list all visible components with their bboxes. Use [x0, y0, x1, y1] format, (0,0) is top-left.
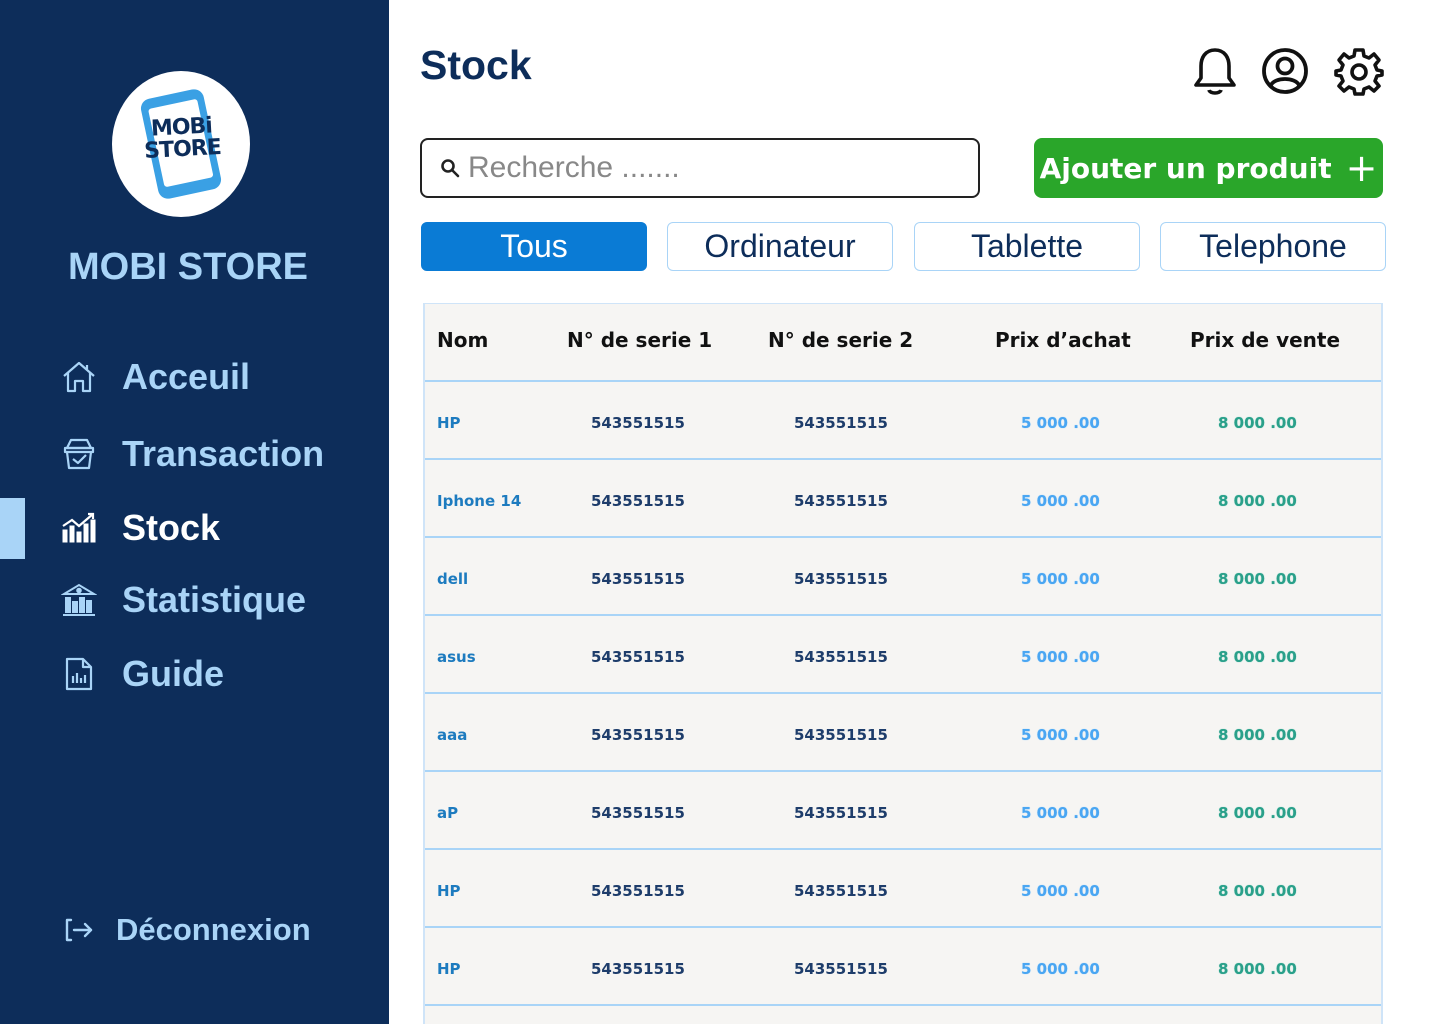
- sidebar-item-label: Stock: [122, 507, 221, 548]
- bell-icon[interactable]: [1188, 44, 1242, 98]
- logout-label: Déconnexion: [116, 912, 311, 947]
- logo: MOBi STORE: [112, 71, 250, 217]
- bar-chart-icon: [60, 509, 98, 547]
- page-title: Stock: [420, 42, 532, 88]
- cell-prix-achat: 5 000 .00: [1021, 648, 1100, 666]
- plus-icon: +: [1345, 146, 1378, 190]
- cell-serie-1: 543551515: [591, 570, 685, 588]
- cell-serie-2: 543551515: [794, 726, 888, 744]
- column-header-nom[interactable]: Nom: [437, 328, 488, 352]
- column-header-prix-vente[interactable]: Prix de vente: [1190, 328, 1340, 352]
- sidebar-item-stock[interactable]: Stock: [60, 503, 220, 553]
- table-row[interactable]: HP 543551515 543551515 5 000 .00 8 000 .…: [425, 382, 1381, 460]
- table-row[interactable]: aaa 543551515 543551515 5 000 .00 8 000 …: [425, 694, 1381, 772]
- cell-name: HP: [437, 960, 461, 978]
- cell-name: dell: [437, 570, 469, 588]
- cell-serie-2: 543551515: [794, 570, 888, 588]
- active-nav-marker: [0, 498, 25, 559]
- cell-serie-1: 543551515: [591, 960, 685, 978]
- cell-name: aP: [437, 804, 459, 822]
- cell-name: asus: [437, 648, 476, 666]
- user-circle-icon[interactable]: [1258, 44, 1312, 98]
- cell-prix-vente: 8 000 .00: [1218, 570, 1297, 588]
- sidebar-item-label: Statistique: [122, 579, 307, 620]
- cell-prix-vente: 8 000 .00: [1218, 648, 1297, 666]
- table-header: Nom N° de serie 1 N° de serie 2 Prix d’a…: [425, 304, 1381, 382]
- cell-prix-achat: 5 000 .00: [1021, 414, 1100, 432]
- cell-prix-vente: 8 000 .00: [1218, 414, 1297, 432]
- sidebar-item-transaction[interactable]: Transaction: [60, 429, 324, 479]
- cell-serie-1: 543551515: [591, 648, 685, 666]
- cell-prix-achat: 5 000 .00: [1021, 804, 1100, 822]
- sidebar-item-acceuil[interactable]: Acceuil: [60, 352, 250, 402]
- cell-serie-1: 543551515: [591, 414, 685, 432]
- stock-table: Nom N° de serie 1 N° de serie 2 Prix d’a…: [423, 303, 1383, 1024]
- sidebar: MOBi STORE MOBI STORE Acceuil Transactio…: [0, 0, 389, 1024]
- cell-name: Iphone 14: [437, 492, 522, 510]
- cell-serie-2: 543551515: [794, 414, 888, 432]
- sidebar-item-statistique[interactable]: Statistique: [60, 575, 306, 625]
- logo-text: MOBi STORE: [133, 113, 231, 164]
- gear-icon[interactable]: [1332, 44, 1386, 98]
- cell-name: HP: [437, 414, 461, 432]
- logo-line-2: STORE: [143, 135, 222, 164]
- app: MOBi STORE MOBI STORE Acceuil Transactio…: [0, 0, 1440, 1024]
- table-row[interactable]: dell 543551515 543551515 5 000 .00 8 000…: [425, 538, 1381, 616]
- cell-serie-2: 543551515: [794, 882, 888, 900]
- cell-serie-2: 543551515: [794, 492, 888, 510]
- column-header-serie-2[interactable]: N° de serie 2: [768, 328, 913, 352]
- table-row[interactable]: HP 543551515 543551515 5 000 .00 8 000 .…: [425, 928, 1381, 1006]
- cell-serie-2: 543551515: [794, 804, 888, 822]
- cell-name: HP: [437, 882, 461, 900]
- cell-prix-vente: 8 000 .00: [1218, 882, 1297, 900]
- cell-prix-achat: 5 000 .00: [1021, 960, 1100, 978]
- cell-prix-achat: 5 000 .00: [1021, 882, 1100, 900]
- document-chart-icon: [60, 655, 98, 693]
- table-row[interactable]: asus 543551515 543551515 5 000 .00 8 000…: [425, 616, 1381, 694]
- add-product-label: Ajouter un produit: [1039, 151, 1332, 185]
- search-box[interactable]: [420, 138, 980, 198]
- logout-button[interactable]: Déconnexion: [64, 906, 311, 954]
- search-icon: [440, 158, 460, 178]
- cell-serie-2: 543551515: [794, 648, 888, 666]
- sidebar-item-label: Transaction: [122, 433, 325, 474]
- cell-name: aaa: [437, 726, 468, 744]
- cell-serie-1: 543551515: [591, 882, 685, 900]
- stats-building-icon: [60, 581, 98, 619]
- cell-serie-2: 543551515: [794, 960, 888, 978]
- table-row[interactable]: HP 543551515 543551515 5 000 .00 8 000 .…: [425, 850, 1381, 928]
- brand-name: MOBI STORE: [68, 246, 308, 288]
- tab-tous[interactable]: Tous: [421, 222, 647, 271]
- cell-prix-vente: 8 000 .00: [1218, 492, 1297, 510]
- cell-prix-vente: 8 000 .00: [1218, 960, 1297, 978]
- sidebar-item-label: Guide: [122, 653, 225, 694]
- cell-prix-achat: 5 000 .00: [1021, 570, 1100, 588]
- basket-check-icon: [60, 435, 98, 473]
- sidebar-item-label: Acceuil: [122, 356, 251, 397]
- table-row[interactable]: Iphone 14 543551515 543551515 5 000 .00 …: [425, 460, 1381, 538]
- add-product-button[interactable]: Ajouter un produit +: [1034, 138, 1383, 198]
- logout-icon: [64, 917, 96, 943]
- search-input[interactable]: [468, 151, 948, 185]
- table-row[interactable]: aP 543551515 543551515 5 000 .00 8 000 .…: [425, 772, 1381, 850]
- sidebar-item-guide[interactable]: Guide: [60, 649, 224, 699]
- cell-serie-1: 543551515: [591, 804, 685, 822]
- cell-serie-1: 543551515: [591, 726, 685, 744]
- home-icon: [60, 358, 98, 396]
- tab-tablette[interactable]: Tablette: [914, 222, 1140, 271]
- cell-prix-vente: 8 000 .00: [1218, 804, 1297, 822]
- cell-serie-1: 543551515: [591, 492, 685, 510]
- column-header-prix-achat[interactable]: Prix d’achat: [995, 328, 1131, 352]
- tab-telephone[interactable]: Telephone: [1160, 222, 1386, 271]
- cell-prix-achat: 5 000 .00: [1021, 726, 1100, 744]
- cell-prix-achat: 5 000 .00: [1021, 492, 1100, 510]
- cell-prix-vente: 8 000 .00: [1218, 726, 1297, 744]
- column-header-serie-1[interactable]: N° de serie 1: [567, 328, 712, 352]
- tab-ordinateur[interactable]: Ordinateur: [667, 222, 893, 271]
